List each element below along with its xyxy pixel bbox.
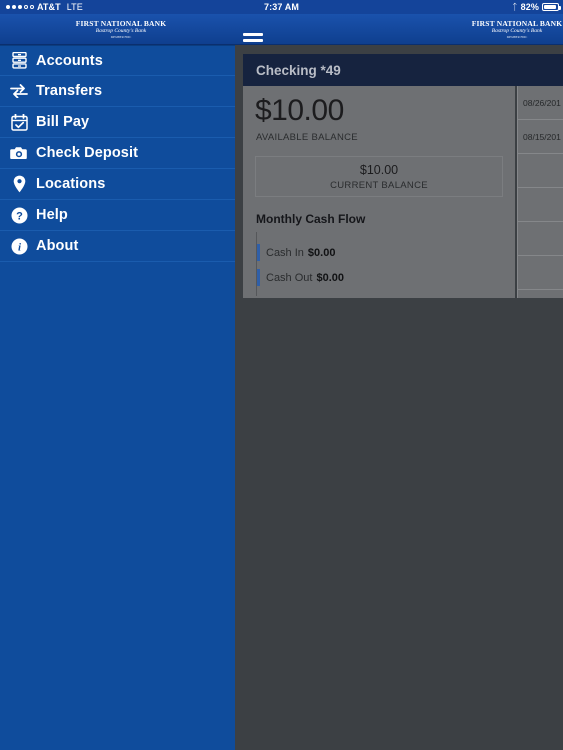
- account-header-title: Checking *49: [256, 62, 341, 78]
- table-row[interactable]: [518, 188, 563, 222]
- cash-out-value: $0.00: [316, 271, 344, 284]
- content-overlay[interactable]: Checking *49 $10.00 AVAILABLE BALANCE $1…: [235, 45, 563, 750]
- battery-icon: [542, 3, 561, 11]
- table-row[interactable]: [518, 222, 563, 256]
- logo-line-2: Bastrop County's Bank: [95, 28, 147, 35]
- top-navigation-bar: FIRST NATIONAL BANK Bastrop County's Ban…: [0, 14, 563, 48]
- sidebar-item-check-deposit[interactable]: Check Deposit: [0, 138, 235, 169]
- cash-out-bar: [257, 269, 260, 286]
- table-row[interactable]: 08/26/201: [518, 86, 563, 120]
- camera-icon: [8, 142, 30, 164]
- bluetooth-icon: ᛏ: [512, 1, 518, 12]
- account-header: Checking *49: [243, 54, 563, 86]
- sidebar-item-label: About: [36, 238, 79, 254]
- logo-line-1: FIRST NATIONAL BANK: [471, 19, 563, 29]
- sidebar-item-locations[interactable]: Locations: [0, 169, 235, 200]
- sidebar-item-label: Locations: [36, 176, 106, 192]
- sidebar-item-label: Accounts: [36, 52, 103, 69]
- transaction-list[interactable]: 08/26/201 08/15/201: [517, 86, 563, 298]
- bank-logo-left: FIRST NATIONAL BANK Bastrop County's Ban…: [76, 16, 166, 43]
- cash-in-label: Cash In: [266, 246, 304, 259]
- transaction-date: 08/26/201: [523, 97, 561, 108]
- app-root: AT&T LTE 7:37 AM ᛏ 82% FIRST NATIONAL BA…: [0, 0, 563, 750]
- calendar-check-icon: [8, 111, 30, 133]
- battery-percent-label: 82%: [520, 2, 539, 12]
- sidebar-item-help[interactable]: ? Help: [0, 200, 235, 231]
- transaction-date: 08/15/201: [523, 131, 561, 142]
- sidebar-item-bill-pay[interactable]: Bill Pay: [0, 107, 235, 138]
- status-bar: AT&T LTE 7:37 AM ᛏ 82%: [0, 0, 563, 14]
- sidebar-item-label: Bill Pay: [36, 114, 90, 130]
- table-row[interactable]: [518, 256, 563, 290]
- current-balance-amount: $10.00: [359, 162, 399, 177]
- map-pin-icon: [8, 173, 30, 195]
- cash-flow-axis: [256, 232, 257, 296]
- sidebar-item-accounts[interactable]: Accounts: [0, 45, 235, 76]
- status-bar-right: ᛏ 82%: [512, 1, 561, 12]
- info-circle-icon: i: [8, 235, 30, 257]
- cash-in-value: $0.00: [307, 246, 336, 259]
- sidebar-item-about[interactable]: i About: [0, 231, 235, 262]
- accounts-drawer-icon: [8, 50, 30, 72]
- cash-flow-row-in: Cash In $0.00: [257, 244, 335, 261]
- bank-logo-right: FIRST NATIONAL BANK Bastrop County's Ban…: [472, 16, 562, 43]
- logo-line-2: Bastrop County's Bank: [491, 28, 543, 35]
- account-summary-panel: $10.00 AVAILABLE BALANCE $10.00 CURRENT …: [243, 86, 515, 298]
- table-row[interactable]: [518, 154, 563, 188]
- cash-flow-row-out: Cash Out $0.00: [257, 269, 344, 286]
- current-balance-box: $10.00 CURRENT BALANCE: [255, 156, 503, 197]
- svg-text:?: ?: [16, 210, 23, 222]
- sidebar-menu: Accounts Transfers Bill Pay Check Deposi…: [0, 45, 235, 750]
- cash-out-label: Cash Out: [266, 271, 313, 284]
- sidebar-item-transfers[interactable]: Transfers: [0, 76, 235, 107]
- table-row[interactable]: 08/15/201: [518, 120, 563, 154]
- available-balance-amount: $10.00: [255, 94, 344, 127]
- logo-line-3: MEMBER FDIC: [110, 34, 132, 39]
- question-circle-icon: ?: [8, 204, 30, 226]
- status-bar-clock: 7:37 AM: [264, 2, 299, 12]
- monthly-cash-flow-title: Monthly Cash Flow: [256, 212, 366, 226]
- cash-in-bar: [257, 244, 260, 261]
- logo-line-3: MEMBER FDIC: [506, 34, 528, 39]
- sidebar-item-label: Check Deposit: [36, 145, 139, 161]
- sidebar-item-label: Help: [36, 207, 68, 223]
- current-balance-label: CURRENT BALANCE: [330, 179, 428, 191]
- available-balance-label: AVAILABLE BALANCE: [256, 132, 358, 143]
- sidebar-item-label: Transfers: [36, 83, 103, 99]
- transfer-arrows-icon: [8, 80, 30, 102]
- logo-line-1: FIRST NATIONAL BANK: [75, 19, 167, 29]
